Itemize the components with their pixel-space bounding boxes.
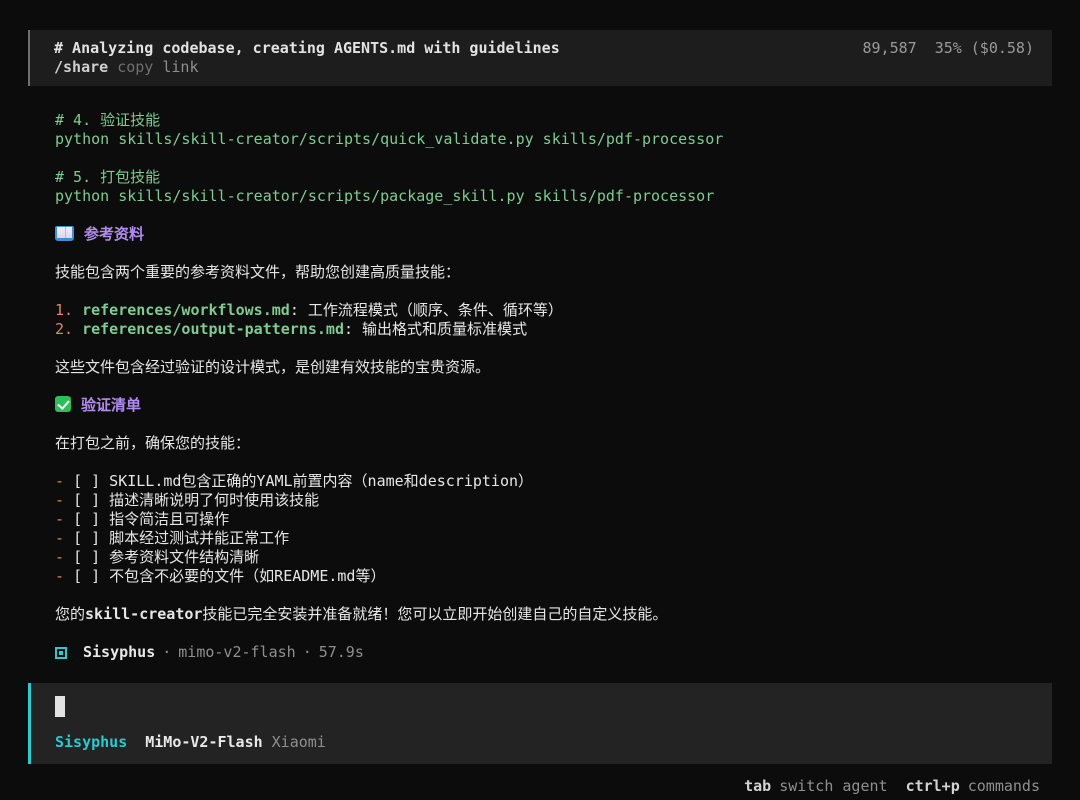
chat-transcript: # 4. 验证技能python skills/skill-creator/scr…: [28, 111, 1052, 624]
book-icon: [55, 226, 74, 241]
content-line: [55, 415, 1052, 434]
content-line: [55, 244, 1052, 263]
hint-key-ctrl-p: ctrl+p: [906, 777, 960, 795]
session-cost: ($0.58): [971, 39, 1034, 57]
content-line: [55, 149, 1052, 168]
hint-key-tab: tab: [744, 777, 771, 795]
content-line: [55, 339, 1052, 358]
token-count: 89,587: [863, 39, 917, 57]
model-name: mimo-v2-flash: [178, 643, 295, 662]
share-command[interactable]: /share: [54, 58, 108, 76]
content-line: python skills/skill-creator/scripts/pack…: [55, 187, 1052, 206]
content-line: - [ ] 参考资料文件结构清晰: [55, 548, 1052, 567]
input-provider-name: Xiaomi: [272, 733, 326, 751]
check-icon: [55, 396, 71, 412]
input-agent-name: Sisyphus: [55, 733, 127, 751]
keyboard-hints: tab switch agent ctrl+p commands: [28, 777, 1052, 796]
elapsed-time: 57.9s: [319, 643, 364, 662]
content-line: [55, 453, 1052, 472]
content-line: [55, 586, 1052, 605]
agent-status-line: Sisyphus · mimo-v2-flash · 57.9s: [28, 643, 1052, 662]
content-line: - [ ] 描述清晰说明了何时使用该技能: [55, 491, 1052, 510]
content-line: [55, 206, 1052, 225]
content-line: - [ ] SKILL.md包含正确的YAML前置内容（name和descrip…: [55, 472, 1052, 491]
agent-name: Sisyphus: [83, 643, 155, 662]
input-meta-line: Sisyphus MiMo-V2-Flash Xiaomi: [55, 733, 1036, 752]
terminal-app: # Analyzing codebase, creating AGENTS.md…: [0, 0, 1080, 800]
session-header-left: # Analyzing codebase, creating AGENTS.md…: [54, 39, 560, 77]
message-input[interactable]: Sisyphus MiMo-V2-Flash Xiaomi: [28, 683, 1052, 764]
content-line: - [ ] 脚本经过测试并能正常工作: [55, 529, 1052, 548]
content-line: [55, 377, 1052, 396]
content-line: 技能包含两个重要的参考资料文件，帮助您创建高质量技能：: [55, 263, 1052, 282]
checklist-section-heading: 验证清单: [55, 396, 1052, 415]
reference-section-heading: 参考资料: [55, 225, 1052, 244]
separator-dot: ·: [303, 643, 312, 662]
context-percent: 35%: [935, 39, 962, 57]
hint-action-commands: commands: [968, 777, 1040, 795]
input-model-name: MiMo-V2-Flash: [145, 733, 262, 751]
content-line: - [ ] 不包含不必要的文件（如README.md等）: [55, 567, 1052, 586]
hint-action-switch-agent: switch agent: [779, 777, 887, 795]
content-line: # 5. 打包技能: [55, 168, 1052, 187]
content-line: 在打包之前，确保您的技能：: [55, 434, 1052, 453]
session-title: # Analyzing codebase, creating AGENTS.md…: [54, 39, 560, 58]
separator-dot: ·: [162, 643, 171, 662]
content-line: 您的skill-creator技能已完全安装并准备就绪！您可以立即开始创建自己的…: [55, 605, 1052, 624]
agent-square-icon: [55, 647, 67, 659]
copy-hint[interactable]: copy: [117, 58, 153, 76]
session-header: # Analyzing codebase, creating AGENTS.md…: [28, 30, 1052, 86]
content-line: - [ ] 指令简洁且可操作: [55, 510, 1052, 529]
text-cursor: [55, 696, 65, 717]
context-stats: 89,587 35% ($0.58): [863, 39, 1035, 58]
link-hint[interactable]: link: [162, 58, 198, 76]
share-line: /share copy link: [54, 58, 560, 77]
content-line: python skills/skill-creator/scripts/quic…: [55, 130, 1052, 149]
content-line: 这些文件包含经过验证的设计模式，是创建有效技能的宝贵资源。: [55, 358, 1052, 377]
content-line: 2. references/output-patterns.md: 输出格式和质…: [55, 320, 1052, 339]
content-line: # 4. 验证技能: [55, 111, 1052, 130]
content-line: 1. references/workflows.md: 工作流程模式（顺序、条件…: [55, 301, 1052, 320]
content-line: [55, 282, 1052, 301]
